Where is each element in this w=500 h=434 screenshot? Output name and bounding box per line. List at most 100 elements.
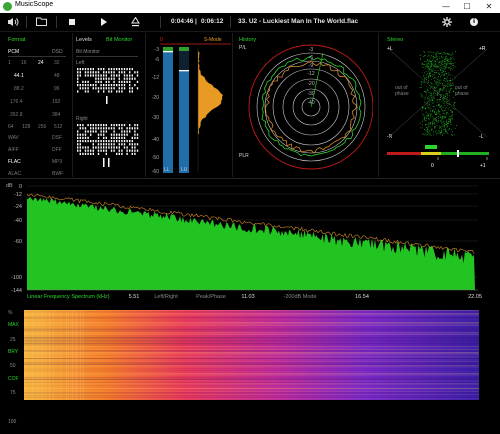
stereo-dot: [442, 90, 444, 92]
spectrogram-col: [55, 310, 56, 400]
stereo-dot: [425, 130, 427, 132]
stereo-dot: [446, 64, 448, 65]
stereo-dot: [436, 81, 438, 83]
stereo-dot: [437, 92, 438, 93]
stereo-dot: [431, 83, 432, 85]
stereo-dot: [430, 134, 431, 135]
bit-cell: [110, 136, 113, 139]
bit-cell: [103, 87, 105, 90]
bit-cell: [77, 124, 79, 127]
mode-200db[interactable]: -200dB Mode: [283, 294, 316, 300]
stereo-dot: [430, 134, 432, 136]
stereo-dot: [427, 132, 429, 134]
history-ring-label: -30: [307, 91, 314, 97]
spectrogram-row: [24, 388, 479, 389]
stereo-dot: [433, 87, 435, 89]
mode-peak-phase[interactable]: Peak/Phase: [196, 294, 226, 300]
bit-cell: [103, 146, 105, 149]
stereo-dot: [445, 81, 446, 83]
stereo-dot: [444, 67, 446, 68]
stereo-dot: [448, 90, 450, 92]
play-icon[interactable]: [98, 13, 110, 31]
stereo-dot: [437, 104, 439, 106]
stereo-dot: [438, 57, 440, 59]
stereo-dot: [420, 86, 422, 88]
spectrogram-row: [24, 385, 479, 386]
mode-left-right[interactable]: Left/Right: [154, 294, 178, 300]
stop-icon[interactable]: [66, 13, 78, 31]
bit-cell: [110, 133, 113, 136]
speaker-icon[interactable]: [6, 13, 20, 31]
time-separator: |: [195, 18, 197, 25]
gear-icon[interactable]: [441, 13, 453, 31]
bit-cell: [84, 133, 87, 136]
stereo-dot: [439, 60, 440, 62]
stereo-dot: [424, 97, 426, 99]
bit-cell: [92, 149, 94, 152]
stereo-dot: [428, 75, 429, 77]
bit-cell: [134, 133, 136, 136]
stereo-dot: [445, 129, 446, 131]
stereo-dot: [423, 119, 425, 121]
bit-monitor-title[interactable]: Bit Monitor: [106, 37, 132, 43]
stereo-dot: [448, 59, 449, 61]
stereo-dot: [453, 104, 454, 105]
stereo-dot: [435, 52, 437, 54]
bit-cell: [77, 84, 79, 87]
spectrum-db-label: dB: [6, 183, 13, 189]
spectrum-y-tick: -100: [11, 275, 22, 281]
stereo-dot: [430, 114, 432, 116]
info-icon[interactable]: i: [468, 13, 480, 31]
stereo-dot: [438, 80, 440, 82]
stereo-dot: [446, 107, 447, 108]
stereo-dot: [423, 82, 425, 84]
bit-cell: [116, 90, 118, 93]
bit-cell: [90, 127, 92, 130]
stereo-dot: [439, 114, 441, 115]
stereo-dot: [422, 120, 423, 122]
bit-cell: [121, 90, 123, 93]
stereo-dot: [433, 65, 435, 66]
bit-cell: [79, 152, 81, 155]
folder-icon[interactable]: [34, 13, 48, 31]
stereo-dot: [449, 100, 450, 102]
stereo-dot: [444, 80, 445, 82]
levels-divider: [76, 56, 138, 57]
close-button[interactable]: ✕: [480, 0, 498, 13]
stereo-dot: [446, 76, 448, 78]
stereo-dot: [422, 96, 424, 98]
stereo-dot: [435, 77, 436, 79]
stereo-dot: [428, 126, 430, 128]
stereo-dot: [443, 121, 445, 122]
bit-cell: [84, 140, 87, 143]
bit-cell: [113, 133, 115, 136]
stereo-dot: [424, 77, 425, 79]
bit-cell: [110, 90, 113, 93]
bit-cell: [77, 74, 79, 77]
meter-scale-tick: -50: [152, 155, 159, 161]
stereo-dot: [438, 66, 440, 68]
type-aiff: AIFF: [8, 147, 19, 153]
stereo-dot: [428, 65, 429, 67]
stereo-dot: [431, 62, 432, 64]
maximize-button[interactable]: ☐: [458, 0, 476, 13]
bit-cell: [87, 140, 89, 143]
left-bit-grid: [77, 68, 139, 104]
stereo-dot: [448, 107, 450, 108]
bit-cell: [131, 143, 133, 146]
spectrogram-col: [73, 310, 74, 400]
bit-cell: [118, 149, 120, 152]
bit-cell: [126, 133, 128, 136]
stereo-dot: [445, 130, 447, 132]
bit-cell: [129, 84, 131, 87]
bit-cell: [123, 68, 126, 71]
history-ring-label: -12: [307, 71, 314, 77]
stereo-dot: [438, 109, 439, 111]
bit-cell: [110, 143, 113, 146]
stereo-dot: [441, 107, 442, 109]
stereo-dot: [449, 80, 451, 81]
stereo-dot: [437, 77, 439, 79]
eject-icon[interactable]: [129, 13, 141, 31]
stereo-dot: [427, 99, 429, 101]
minimize-button[interactable]: —: [437, 0, 455, 13]
